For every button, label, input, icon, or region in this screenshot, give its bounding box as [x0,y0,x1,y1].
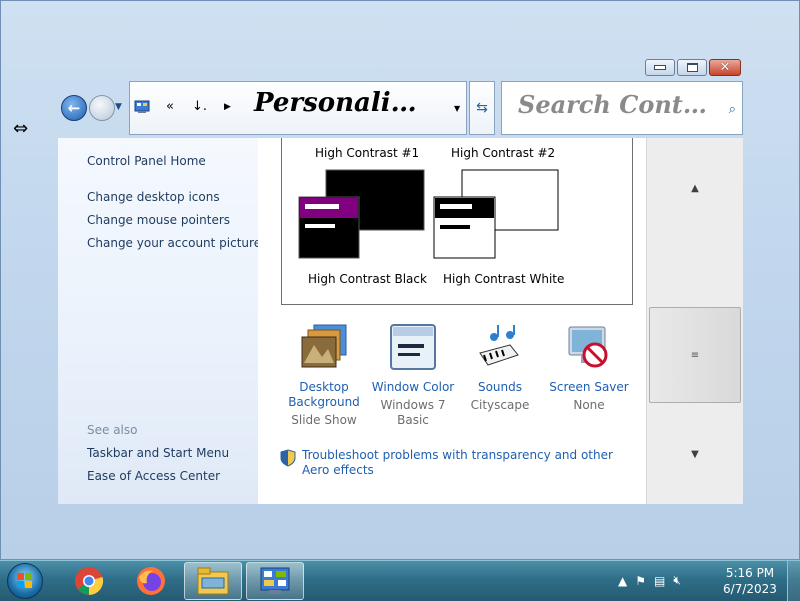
taskbar-start-menu-link[interactable]: Taskbar and Start Menu [87,446,229,460]
refresh-icon: ⇆ [476,100,488,116]
desktop-background-label[interactable]: Desktop Background [274,380,374,410]
refresh-button[interactable]: ⇆ [469,81,495,135]
grip-icon: ≡ [690,349,700,361]
taskbar-firefox[interactable] [122,562,180,600]
high-contrast-black-thumbnail[interactable] [298,169,426,261]
see-also-heading: See also [87,423,138,437]
theme-gallery: High Contrast #1 High Contrast #2 High C… [281,138,633,305]
clock-date: 6/7/2023 [723,582,777,596]
theme-high-contrast-2[interactable]: High Contrast #2 [451,146,555,160]
firefox-icon [137,567,165,595]
control-panel-small-icon [134,100,150,113]
window-color-label[interactable]: Window Color [363,380,463,395]
minimize-icon [654,65,666,70]
minimize-button[interactable] [645,59,675,76]
window-color-value: Windows 7 Basic [380,398,446,427]
show-hidden-icons-button[interactable]: ▲ [618,574,627,588]
breadcrumb-overflow[interactable]: « [166,99,174,114]
start-button[interactable] [7,563,43,599]
change-account-picture-link[interactable]: Change your account picture [87,236,261,250]
control-panel-icon [260,567,290,594]
windows-logo-icon [17,573,32,588]
theme-high-contrast-black[interactable]: High Contrast Black [308,272,427,286]
maximize-icon [686,63,698,72]
scroll-down-arrow-icon[interactable]: ▼ [647,404,743,504]
troubleshoot-aero-link[interactable]: Troubleshoot problems with transparency … [302,448,620,478]
screen-saver-value: None [573,398,605,412]
search-input[interactable]: Search Cont… [518,90,707,119]
close-icon: ✕ [719,60,731,75]
ease-of-access-link[interactable]: Ease of Access Center [87,469,220,483]
vertical-scrollbar[interactable]: ▲ ≡ ▼ [646,138,743,504]
breadcrumb-chevron-icon[interactable]: ▶ [224,102,231,112]
show-desktop-button[interactable] [787,561,800,601]
taskbar-control-panel[interactable] [246,562,304,600]
screen-saver-item[interactable]: Screen Saver None [539,323,639,413]
change-mouse-pointers-link[interactable]: Change mouse pointers [87,213,230,227]
sounds-value: Cityscape [470,398,530,412]
clock[interactable]: 5:16 PM 6/7/2023 [720,565,780,597]
taskbar: ▲ ⚑ ▤ 🔇︎ 5:16 PM 6/7/2023 [0,560,800,601]
sounds-icon [479,325,519,366]
address-dropdown-icon[interactable]: ▼ [454,104,460,113]
personalization-content: High Contrast #1 High Contrast #2 High C… [258,138,646,504]
close-button[interactable]: ✕ [709,59,741,76]
screen-saver-icon [568,326,608,368]
system-tray: ▲ ⚑ ▤ 🔇︎ [618,573,681,588]
theme-high-contrast-white[interactable]: High Contrast White [443,272,564,286]
change-desktop-icons-link[interactable]: Change desktop icons [87,190,220,204]
volume-muted-icon[interactable]: 🔇︎ [673,573,681,588]
task-pane: Control Panel Home Change desktop icons … [58,138,261,504]
file-explorer-icon [197,567,229,595]
address-bar[interactable]: « ↓. ▶ Personali… ▼ [129,81,467,135]
back-arrow-icon: ← [67,99,81,117]
resize-cursor-icon: ⇔ [13,118,29,139]
scroll-up-arrow-icon[interactable]: ▲ [647,138,743,238]
caption-buttons: ✕ [645,59,741,76]
search-box[interactable]: Search Cont… ⌕ [501,81,743,135]
desktop-background-item[interactable]: Desktop Background Slide Show [274,323,374,428]
action-center-icon[interactable]: ⚑ [635,574,646,588]
window-color-icon [390,324,436,370]
chrome-icon [75,567,104,596]
window-color-item[interactable]: Window Color Windows 7 Basic [363,323,463,428]
screen-saver-label[interactable]: Screen Saver [539,380,639,395]
desktop-background-icon [301,324,347,368]
shield-icon [280,449,296,467]
recent-pages-button[interactable]: ▼ [115,102,122,112]
maximize-button[interactable] [677,59,707,76]
sounds-item[interactable]: Sounds Cityscape [450,323,550,413]
desktop-background-value: Slide Show [291,413,357,427]
breadcrumb-segment[interactable]: ↓. [192,99,207,114]
control-panel-window: ✕ ⇔ ← ▼ « ↓. ▶ Personali… ▼ ⇆ Search Con… [0,0,800,560]
back-button[interactable]: ← [61,95,87,121]
network-icon[interactable]: ▤ [654,574,665,588]
theme-high-contrast-1[interactable]: High Contrast #1 [315,146,419,160]
control-panel-home-link[interactable]: Control Panel Home [87,154,206,168]
high-contrast-white-thumbnail[interactable] [433,169,561,261]
taskbar-file-explorer[interactable] [184,562,242,600]
sounds-label[interactable]: Sounds [450,380,550,395]
scroll-thumb[interactable]: ≡ [649,307,741,403]
taskbar-chrome[interactable] [60,562,118,600]
forward-button[interactable] [89,95,115,121]
search-icon[interactable]: ⌕ [729,102,736,117]
clock-time: 5:16 PM [725,566,775,580]
address-current[interactable]: Personali… [254,88,417,118]
